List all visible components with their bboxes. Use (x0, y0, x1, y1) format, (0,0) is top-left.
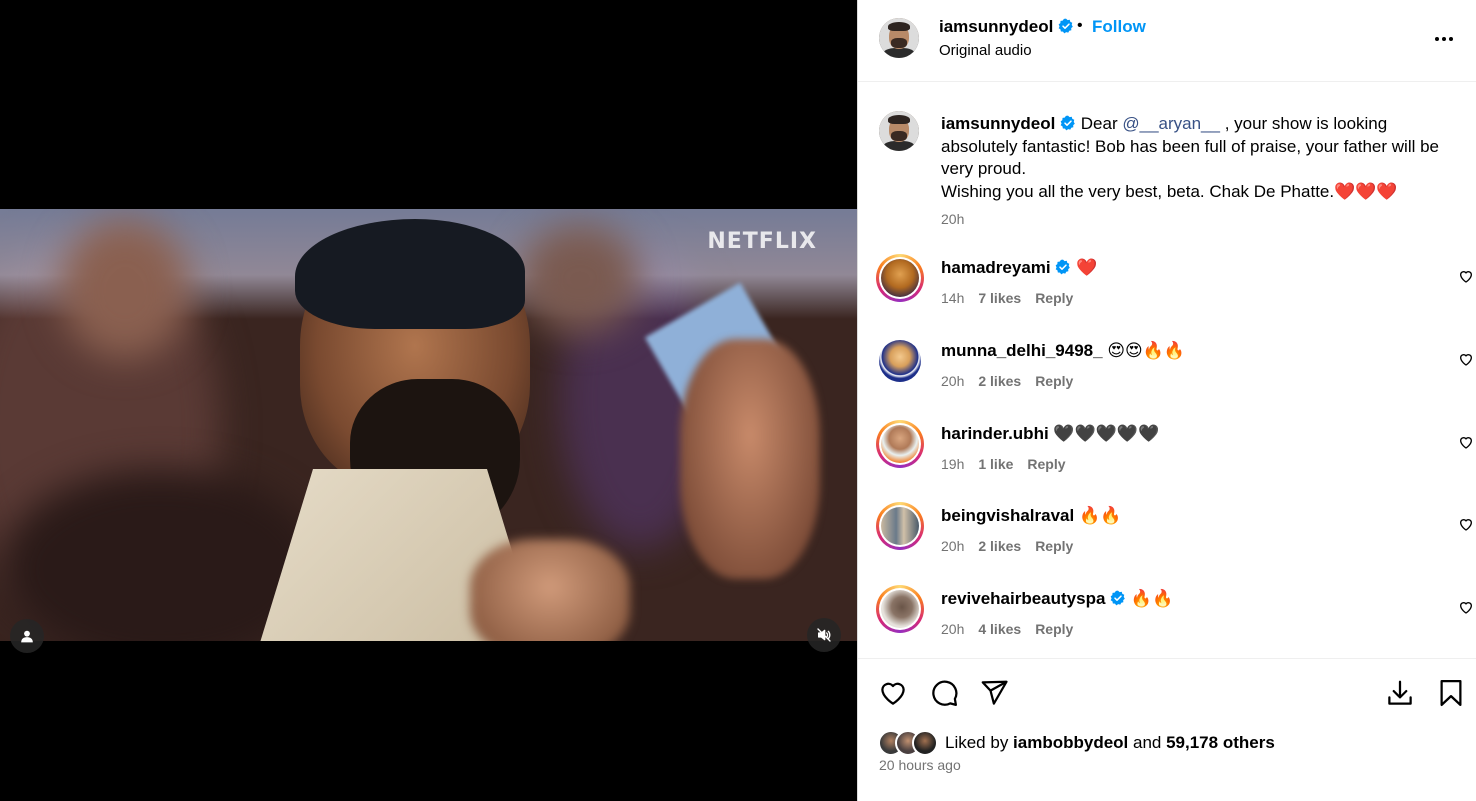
comment-icon[interactable] (929, 678, 959, 708)
comment-item: beingvishalraval 🔥🔥 20h 2 likes Reply (876, 502, 1473, 562)
verified-badge-icon (1110, 590, 1125, 606)
comment-reply-button[interactable]: Reply (1035, 538, 1073, 554)
caption-text: iamsunnydeol Dear @__aryan__ , your show… (941, 113, 1461, 203)
commenter-avatar[interactable] (876, 585, 924, 633)
comment-username[interactable]: revivehairbeautyspa (941, 589, 1105, 608)
caption-line-2: Wishing you all the very best, beta. Cha… (941, 181, 1398, 201)
liked-by-middle: and (1128, 733, 1167, 752)
comment-text: 🖤🖤🖤🖤🖤 (1053, 424, 1160, 443)
author-username-text[interactable]: iamsunnydeol (939, 17, 1053, 36)
caption-mention-link[interactable]: @__aryan__ (1122, 114, 1220, 133)
heart-icon[interactable] (878, 678, 908, 708)
comment-text: 🔥🔥 (1078, 506, 1122, 525)
more-options-icon[interactable] (1432, 27, 1456, 51)
comment-username[interactable]: hamadreyami (941, 258, 1051, 277)
liked-by-prefix: Liked by (945, 733, 1014, 752)
mute-toggle-button[interactable] (807, 618, 841, 652)
comment-like-heart-icon[interactable] (1458, 434, 1474, 450)
comment-username[interactable]: harinder.ubhi (941, 424, 1049, 443)
tag-user-icon (21, 630, 33, 643)
verified-badge-icon (1060, 115, 1075, 131)
comment-text: 😍😍🔥🔥 (1107, 341, 1186, 360)
comment-item: revivehairbeautyspa 🔥🔥 20h 4 likes Reply (876, 585, 1473, 645)
comment-likes[interactable]: 7 likes (978, 290, 1021, 306)
comment-reply-button[interactable]: Reply (1035, 373, 1073, 389)
caption-author-avatar[interactable] (879, 111, 919, 151)
post-header: iamsunnydeol • Follow Original audio (858, 0, 1476, 82)
comment-reply-button[interactable]: Reply (1035, 290, 1073, 306)
verified-badge-icon (1056, 259, 1071, 275)
comment-item: munna_delhi_9498_ 😍😍🔥🔥 20h 2 likes Reply (876, 337, 1473, 397)
download-icon[interactable] (1385, 678, 1415, 708)
comment-like-heart-icon[interactable] (1458, 516, 1474, 532)
comment-time[interactable]: 20h (941, 621, 964, 637)
comment-likes[interactable]: 1 like (978, 456, 1013, 472)
share-icon[interactable] (979, 678, 1009, 708)
comment-reply-button[interactable]: Reply (1027, 456, 1065, 472)
comment-like-heart-icon[interactable] (1458, 268, 1474, 284)
tagged-users-button[interactable] (10, 619, 44, 653)
bookmark-icon[interactable] (1436, 678, 1466, 708)
commenter-avatar[interactable] (876, 420, 924, 468)
comment-likes[interactable]: 2 likes (978, 373, 1021, 389)
commenter-avatar[interactable] (876, 502, 924, 550)
comment-likes[interactable]: 2 likes (978, 538, 1021, 554)
comment-time[interactable]: 14h (941, 290, 964, 306)
post-side-panel: iamsunnydeol • Follow Original audio iam… (857, 0, 1476, 801)
caption-username[interactable]: iamsunnydeol (941, 114, 1055, 133)
comment-text: 🔥🔥 (1130, 589, 1174, 608)
comment-time[interactable]: 20h (941, 538, 964, 554)
header-separator: • (1077, 17, 1083, 34)
author-avatar[interactable] (879, 18, 919, 58)
media-area[interactable]: NETFLIX (0, 0, 857, 801)
netflix-watermark: NETFLIX (707, 229, 817, 254)
comment-reply-button[interactable]: Reply (1035, 621, 1073, 637)
caption-timestamp[interactable]: 20h (941, 211, 964, 227)
comment-text: ❤️ (1076, 258, 1098, 277)
commenter-avatar[interactable] (876, 254, 924, 302)
post-actions-bar: Liked by iambobbydeol and 59,178 others … (858, 658, 1476, 801)
comment-username[interactable]: beingvishalraval (941, 506, 1074, 525)
author-username[interactable]: iamsunnydeol (939, 17, 1074, 37)
commenter-avatar[interactable] (876, 337, 924, 385)
follow-button[interactable]: Follow (1092, 17, 1146, 37)
video-player[interactable]: NETFLIX (0, 209, 857, 641)
verified-badge-icon (1058, 18, 1073, 34)
comment-likes[interactable]: 4 likes (978, 621, 1021, 637)
liked-by-text: Liked by iambobbydeol and 59,178 others (945, 733, 1275, 753)
liked-by-user[interactable]: iambobbydeol (1013, 733, 1128, 752)
audio-label[interactable]: Original audio (939, 42, 1032, 59)
caption-prefix: Dear (1080, 114, 1123, 133)
comment-item: harinder.ubhi 🖤🖤🖤🖤🖤 19h 1 like Reply (876, 420, 1473, 480)
comment-username[interactable]: munna_delhi_9498_ (941, 341, 1103, 360)
comment-time[interactable]: 19h (941, 456, 964, 472)
mute-icon (817, 628, 831, 642)
comment-like-heart-icon[interactable] (1458, 599, 1474, 615)
likes-count[interactable]: 59,178 others (1166, 733, 1275, 752)
comment-item: hamadreyami ❤️ 14h 7 likes Reply (876, 254, 1473, 314)
posted-time[interactable]: 20 hours ago (879, 757, 961, 773)
liked-by-summary: Liked by iambobbydeol and 59,178 others (878, 730, 1275, 756)
comment-time[interactable]: 20h (941, 373, 964, 389)
comment-like-heart-icon[interactable] (1458, 351, 1474, 367)
liker-avatar[interactable] (912, 730, 938, 756)
